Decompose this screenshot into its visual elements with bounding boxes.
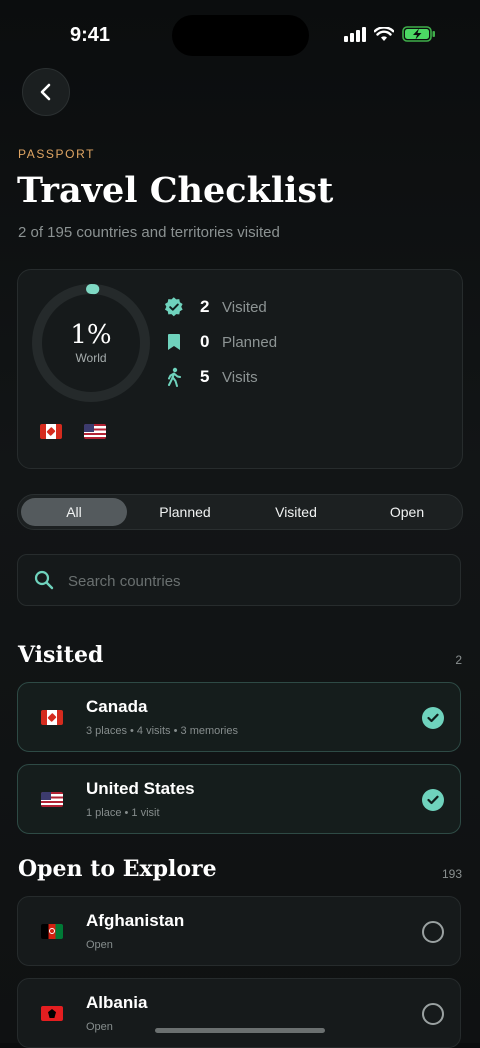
summary-card: 1% World 2 Visited 0 Planned 5 Visits: [17, 269, 463, 469]
stat-visits: 5 Visits: [164, 365, 258, 389]
status-icons: [344, 26, 436, 42]
filter-planned[interactable]: Planned: [133, 498, 237, 526]
country-meta: 3 places • 4 visits • 3 memories: [86, 725, 238, 737]
country-name: Afghanistan: [86, 911, 185, 930]
page-title: Travel Checklist: [17, 170, 334, 211]
unchecked-circle-icon[interactable]: [422, 921, 444, 943]
search-input[interactable]: [66, 555, 450, 607]
walking-person-icon: [164, 367, 184, 387]
section-title-open: Open to Explore: [18, 856, 217, 882]
country-row-united-states[interactable]: United States 1 place • 1 visit: [17, 764, 461, 834]
country-meta: Open: [86, 1021, 113, 1033]
visited-flags: [40, 424, 106, 439]
country-row-albania[interactable]: Albania Open: [17, 978, 461, 1048]
bookmark-icon: [164, 332, 184, 352]
search-icon: [34, 570, 54, 590]
stat-planned: 0 Planned: [164, 330, 277, 354]
country-row-canada[interactable]: Canada 3 places • 4 visits • 3 memories: [17, 682, 461, 752]
country-row-afghanistan[interactable]: Afghanistan Open: [17, 896, 461, 966]
page-subtitle: 2 of 195 countries and territories visit…: [18, 224, 280, 241]
chevron-left-icon: [40, 83, 51, 101]
stat-label: Visits: [222, 368, 258, 386]
world-label: World: [75, 351, 107, 365]
wifi-icon: [374, 26, 394, 41]
albania-flag-icon: [41, 1006, 63, 1021]
visited-check-icon[interactable]: [422, 707, 444, 729]
section-title-visited: Visited: [18, 642, 104, 668]
country-meta: Open: [86, 939, 113, 951]
stat-value: 5: [200, 367, 210, 386]
back-button[interactable]: [22, 68, 70, 116]
dynamic-island: [172, 15, 309, 56]
status-time: 9:41: [70, 24, 111, 46]
united-states-flag-icon: [84, 424, 106, 439]
cellular-signal-icon: [344, 26, 366, 42]
country-name: Albania: [86, 993, 148, 1012]
stat-value: 2: [200, 297, 210, 316]
unchecked-circle-icon[interactable]: [422, 1003, 444, 1025]
afghanistan-flag-icon: [41, 924, 63, 939]
filter-all[interactable]: All: [21, 498, 127, 526]
filter-open[interactable]: Open: [355, 498, 459, 526]
search-box: [17, 554, 461, 607]
status-bar: 9:41: [0, 0, 480, 70]
visited-check-icon[interactable]: [422, 789, 444, 811]
filter-visited[interactable]: Visited: [244, 498, 348, 526]
section-count-visited: 2: [455, 653, 462, 667]
stat-label: Planned: [222, 333, 278, 351]
battery-charging-icon: [402, 26, 435, 42]
country-name: Canada: [86, 697, 148, 716]
country-name: United States: [86, 779, 195, 798]
stat-label: Visited: [222, 298, 267, 316]
filter-segmented-control: All Planned Visited Open: [17, 494, 463, 530]
canada-flag-icon: [40, 424, 62, 439]
section-count-open: 193: [441, 867, 462, 881]
united-states-flag-icon: [41, 792, 63, 807]
stat-visited: 2 Visited: [164, 295, 267, 319]
world-percent: 1%: [70, 320, 112, 350]
country-meta: 1 place • 1 visit: [86, 807, 160, 819]
home-indicator: [155, 1028, 325, 1033]
verified-badge-icon: [164, 297, 184, 317]
stat-value: 0: [200, 332, 210, 351]
canada-flag-icon: [41, 710, 63, 725]
page-eyebrow: PASSPORT: [18, 147, 96, 161]
